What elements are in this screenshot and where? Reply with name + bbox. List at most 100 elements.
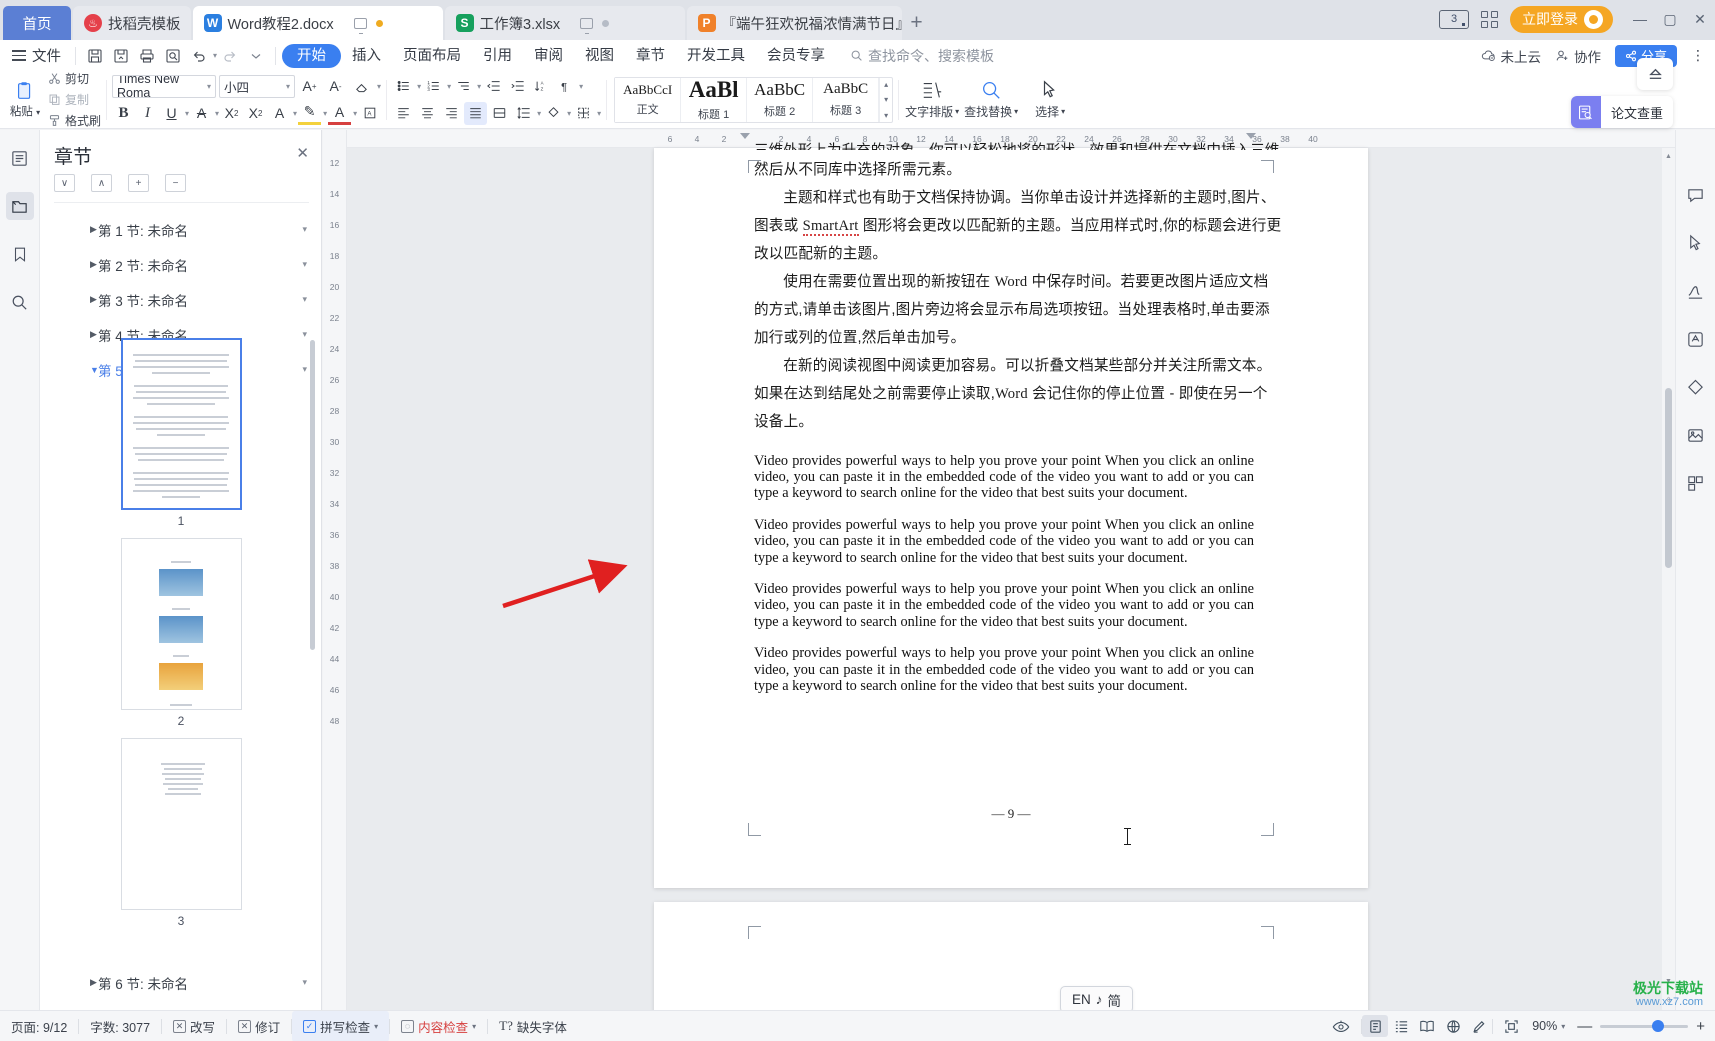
view-web-button[interactable] — [1440, 1015, 1466, 1037]
bullet-list-button[interactable] — [392, 75, 415, 98]
save-icon[interactable] — [82, 44, 108, 68]
chevron-right-icon[interactable]: ▶ — [90, 977, 97, 988]
customize-quick-access-icon[interactable] — [243, 44, 269, 68]
clear-format-icon[interactable] — [350, 75, 373, 98]
increase-font-size-button[interactable]: A+ — [298, 75, 321, 98]
decrease-font-size-button[interactable]: A- — [324, 75, 347, 98]
status-overwrite-toggle[interactable]: ✕ 改写 — [162, 1011, 226, 1041]
chevron-down-icon[interactable]: ▾ — [477, 82, 481, 91]
scroll-down-icon[interactable]: ▾ — [884, 95, 888, 104]
chevron-down-icon[interactable]: ▾ — [293, 109, 297, 118]
shading-button[interactable] — [542, 102, 565, 125]
chevron-down-icon[interactable]: ▾ — [537, 109, 541, 118]
undo-icon[interactable] — [186, 44, 212, 68]
view-page-layout-button[interactable] — [1362, 1015, 1388, 1037]
styles-icon[interactable] — [1683, 326, 1709, 352]
plus-icon[interactable]: + — [128, 174, 149, 192]
status-word-count[interactable]: 字数: 3077 — [79, 1011, 161, 1041]
bold-button[interactable]: B — [112, 102, 135, 125]
login-button[interactable]: 立即登录 — [1510, 6, 1613, 33]
ribbon-tab-member[interactable]: 会员专享 — [756, 44, 836, 68]
chevron-down-icon[interactable]: ▾ — [447, 82, 451, 91]
chapter-panel-scrollbar[interactable] — [310, 340, 315, 650]
chevron-right-icon[interactable]: ▶ — [90, 224, 97, 235]
align-left-button[interactable] — [392, 102, 415, 125]
zoom-in-button[interactable]: + — [1688, 1011, 1715, 1041]
chevron-down-icon[interactable]: ▾ — [323, 109, 327, 118]
ribbon-tab-view[interactable]: 视图 — [574, 44, 625, 68]
chapter-item-2[interactable]: ▶ 第 2 节: 未命名 ▾ — [40, 247, 321, 282]
app-grid-icon[interactable] — [1481, 11, 1498, 28]
align-center-button[interactable] — [416, 102, 439, 125]
chevron-down-icon[interactable]: ▾ — [472, 1022, 476, 1031]
chevron-right-icon[interactable]: ▶ — [90, 294, 97, 305]
ribbon-overflow-button[interactable]: ⋮ — [1691, 47, 1705, 64]
chevron-down-icon[interactable]: ▾ — [353, 109, 357, 118]
close-icon[interactable]: ✕ — [296, 144, 309, 162]
ribbon-tab-developer[interactable]: 开发工具 — [676, 44, 756, 68]
zoom-slider[interactable] — [1600, 1025, 1688, 1028]
chevron-down-icon[interactable]: ▾ — [374, 1022, 378, 1031]
document-body-cn[interactable]: 然后从不同库中选择所需元素。 主题和样式也有助于文档保持协调。当你单击设计并选择… — [754, 156, 1282, 436]
minimize-button[interactable]: — — [1633, 11, 1647, 27]
line-spacing-button[interactable] — [512, 102, 535, 125]
tab-word-document[interactable]: W Word教程2.docx — [193, 6, 443, 40]
chevron-down-icon[interactable]: ▾ — [302, 259, 307, 270]
borders-button[interactable] — [572, 102, 595, 125]
format-painter-button[interactable]: 格式刷 — [48, 112, 101, 129]
ime-status-badge[interactable]: EN ♪ 简 — [1060, 986, 1133, 1013]
vertical-ruler[interactable]: 12 14 16 18 20 22 24 26 28 30 32 34 36 3… — [323, 130, 347, 1010]
superscript-button[interactable]: X2 — [220, 102, 243, 125]
align-right-button[interactable] — [440, 102, 463, 125]
find-command-box[interactable]: 查找命令、搜索模板 — [850, 46, 994, 66]
screen-count-icon[interactable]: 3 — [1439, 10, 1469, 29]
decrease-indent-button[interactable] — [482, 75, 505, 98]
text-effects-button[interactable]: A — [268, 102, 291, 125]
page-thumbnail[interactable] — [121, 738, 242, 910]
chevron-down-icon[interactable]: ▾ — [302, 977, 307, 988]
redo-icon[interactable] — [217, 44, 243, 68]
collaborate-button[interactable]: 协作 — [1555, 46, 1601, 66]
chapter-item-3[interactable]: ▶ 第 3 节: 未命名 ▾ — [40, 282, 321, 317]
file-menu-button[interactable]: 文件 — [8, 45, 69, 66]
chevron-down-icon[interactable]: ▾ — [302, 224, 307, 235]
show-marks-button[interactable]: ¶ — [554, 75, 577, 98]
chevron-down-icon[interactable]: ▾ — [597, 109, 601, 118]
style-normal[interactable]: AaBbCcI 正文 — [615, 78, 681, 122]
ribbon-tab-review[interactable]: 审阅 — [523, 44, 574, 68]
style-heading-3[interactable]: AaBbC 标题 3 — [813, 78, 879, 122]
status-missing-font[interactable]: T? 缺失字体 — [488, 1011, 578, 1041]
status-page-count[interactable]: 页面: 9/12 — [0, 1011, 78, 1041]
sidebar-item-bookmark[interactable] — [6, 240, 34, 268]
cast-icon[interactable] — [580, 18, 593, 29]
document-body-en[interactable]: Video provides powerful ways to help you… — [754, 453, 1254, 709]
maximize-button[interactable]: ▢ — [1663, 11, 1677, 28]
chevron-down-icon[interactable]: ▾ — [417, 82, 421, 91]
signature-icon[interactable] — [1683, 278, 1709, 304]
view-outline-button[interactable] — [1388, 1015, 1414, 1037]
chevron-down-icon[interactable]: ▾ — [567, 109, 571, 118]
scroll-up-icon[interactable]: ▴ — [884, 80, 888, 89]
cut-button[interactable]: 剪切 — [48, 70, 101, 87]
style-heading-1[interactable]: AaBl 标题 1 — [681, 78, 747, 122]
ribbon-tab-sections[interactable]: 章节 — [625, 44, 676, 68]
text-layout-button[interactable]: 文字排版 ▾ — [904, 79, 960, 120]
subscript-button[interactable]: X2 — [244, 102, 267, 125]
thumbnail-item[interactable]: 1 — [40, 338, 322, 528]
chevron-up-icon[interactable]: ∧ — [91, 174, 112, 192]
minus-icon[interactable]: − — [165, 174, 186, 192]
sort-button[interactable]: AZ — [530, 75, 553, 98]
tab-ppt-presentation[interactable]: P 『端午狂欢祝福浓情满节日』 — [687, 6, 902, 40]
chevron-down-icon[interactable]: ▾ — [185, 109, 189, 118]
sidebar-item-chapters[interactable] — [6, 192, 34, 220]
indent-marker[interactable] — [740, 133, 750, 139]
floating-shape-tool-button[interactable] — [1637, 58, 1673, 90]
select-button[interactable]: 选择 ▾ — [1022, 79, 1078, 120]
cast-icon[interactable] — [354, 18, 367, 29]
copy-button[interactable]: 复制 — [48, 91, 101, 108]
styles-more-icon[interactable]: ▾ — [884, 111, 888, 120]
ribbon-tab-start[interactable]: 开始 — [282, 44, 341, 68]
zoom-slider-handle[interactable] — [1652, 1020, 1664, 1032]
save-as-icon[interactable] — [108, 44, 134, 68]
numbered-list-button[interactable]: 123 — [422, 75, 445, 98]
